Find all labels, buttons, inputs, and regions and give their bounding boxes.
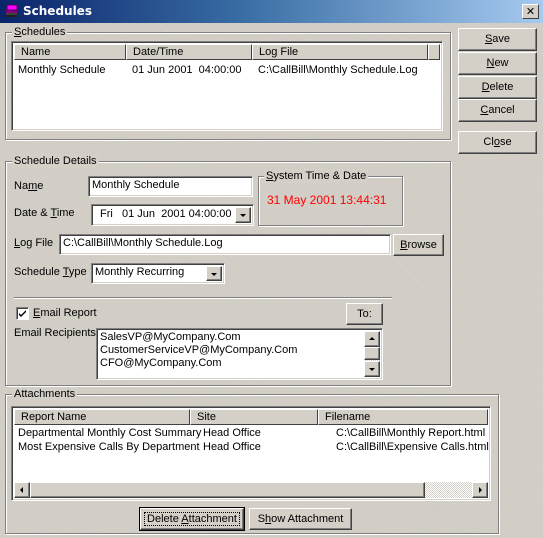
- browse-button[interactable]: Browse: [393, 234, 444, 256]
- arrow-down-icon: [369, 368, 375, 371]
- attachment-row[interactable]: Most Expensive Calls By Department Head …: [18, 440, 489, 454]
- attachments-hscrollbar[interactable]: [14, 482, 488, 498]
- attachments-list[interactable]: Report Name Site Filename Departmental M…: [11, 406, 491, 501]
- scroll-right-button[interactable]: [472, 482, 488, 498]
- logfile-label: Log File: [14, 237, 54, 249]
- hscroll-thumb[interactable]: [30, 482, 425, 498]
- close-window-button[interactable]: ✕: [522, 4, 539, 19]
- schedules-list-header: Name Date/Time Log File: [14, 44, 440, 60]
- recipients-scrollbar[interactable]: [364, 331, 380, 377]
- chevron-down-icon: [240, 214, 246, 217]
- schedule-row[interactable]: Monthly Schedule 01 Jun 2001 04:00:00 C:…: [18, 63, 438, 77]
- attachment-filename: C:\CallBill\Expensive Calls.html: [336, 441, 489, 453]
- recipient-item[interactable]: SalesVP@MyCompany.Com: [100, 331, 241, 343]
- scroll-up-button[interactable]: [364, 331, 380, 347]
- app-books-icon: [6, 4, 18, 17]
- column-header-report-name[interactable]: Report Name: [14, 409, 190, 425]
- system-time-label: System Time & Date: [264, 169, 369, 183]
- schedules-dialog: Schedules ✕ Schedules Name Date/Time Log…: [0, 0, 543, 538]
- name-label: Name: [14, 180, 44, 192]
- recipient-item[interactable]: CustomerServiceVP@MyCompany.Com: [100, 344, 297, 356]
- cancel-button[interactable]: Cancel: [458, 99, 537, 122]
- email-report-checkbox[interactable]: [16, 307, 29, 320]
- name-input[interactable]: Monthly Schedule: [88, 176, 253, 197]
- schedule-name: Monthly Schedule: [18, 64, 106, 76]
- arrow-right-icon: [479, 487, 482, 493]
- delete-button[interactable]: Delete: [458, 76, 537, 99]
- attachment-filename: C:\CallBill\Monthly Report.html: [336, 427, 486, 439]
- chevron-down-icon: [211, 273, 217, 276]
- system-time-group: System Time & Date 31 May 2001 13:44:31: [258, 169, 403, 226]
- arrow-up-icon: [369, 337, 375, 340]
- attachment-site: Head Office: [203, 427, 261, 439]
- datetime-picker[interactable]: Fri 01 Jun 2001 04:00:00: [91, 204, 254, 226]
- email-recipients-label: Email Recipients: [14, 327, 96, 339]
- attachment-report: Departmental Monthly Cost Summary: [18, 427, 202, 439]
- column-header-filler: [428, 44, 440, 60]
- attachments-label: Attachments: [12, 387, 78, 401]
- attachments-list-header: Report Name Site Filename: [14, 409, 488, 425]
- new-button[interactable]: New: [458, 52, 537, 75]
- attachment-row[interactable]: Departmental Monthly Cost Summary Head O…: [18, 426, 488, 440]
- scroll-thumb[interactable]: [364, 347, 380, 360]
- arrow-left-icon: [20, 487, 23, 493]
- delete-attachment-button[interactable]: Delete Attachment: [139, 507, 245, 531]
- column-header-filename[interactable]: Filename: [318, 409, 488, 425]
- close-button[interactable]: Close: [458, 131, 537, 154]
- attachments-group: Attachments Report Name Site Filename De…: [5, 387, 499, 534]
- schedules-group: Schedules Name Date/Time Log File Monthl…: [5, 25, 451, 140]
- email-separator: [14, 297, 392, 299]
- column-header-name[interactable]: Name: [14, 44, 126, 60]
- schedule-type-select[interactable]: Monthly Recurring: [91, 263, 225, 284]
- schedule-datetime: 01 Jun 2001 04:00:00: [132, 64, 242, 76]
- window-title: Schedules: [23, 4, 92, 18]
- scroll-left-button[interactable]: [14, 482, 30, 498]
- datetime-dropdown-button[interactable]: [235, 207, 251, 223]
- to-button[interactable]: To:: [346, 303, 383, 325]
- email-report-label[interactable]: Email Report: [33, 307, 97, 319]
- schedules-list[interactable]: Name Date/Time Log File Monthly Schedule…: [11, 41, 443, 131]
- close-icon: ✕: [525, 5, 536, 18]
- save-button[interactable]: Save: [458, 28, 537, 51]
- scroll-down-button[interactable]: [364, 361, 380, 377]
- title-bar: Schedules ✕: [0, 0, 543, 23]
- logfile-input[interactable]: C:\CallBill\Monthly Schedule.Log: [59, 234, 391, 255]
- attachment-site: Head Office: [203, 441, 261, 453]
- show-attachment-button[interactable]: Show Attachment: [249, 508, 352, 530]
- schedule-details-group: Schedule Details Name Monthly Schedule D…: [5, 154, 451, 386]
- system-time-value: 31 May 2001 13:44:31: [267, 193, 387, 207]
- schedule-type-label: Schedule Type: [14, 266, 87, 278]
- datetime-label: Date & Time: [14, 207, 75, 219]
- column-header-datetime[interactable]: Date/Time: [126, 44, 252, 60]
- schedules-group-label: Schedules: [12, 25, 68, 39]
- checkmark-icon: [19, 310, 26, 317]
- email-recipients-list[interactable]: SalesVP@MyCompany.Com CustomerServiceVP@…: [96, 328, 383, 380]
- attachment-report: Most Expensive Calls By Department: [18, 441, 200, 453]
- schedule-details-label: Schedule Details: [12, 154, 99, 168]
- schedule-type-dropdown-button[interactable]: [206, 266, 222, 281]
- recipient-item[interactable]: CFO@MyCompany.Com: [100, 357, 222, 369]
- column-header-site[interactable]: Site: [190, 409, 318, 425]
- schedule-logfile: C:\CallBill\Monthly Schedule.Log: [258, 64, 418, 76]
- column-header-logfile[interactable]: Log File: [252, 44, 428, 60]
